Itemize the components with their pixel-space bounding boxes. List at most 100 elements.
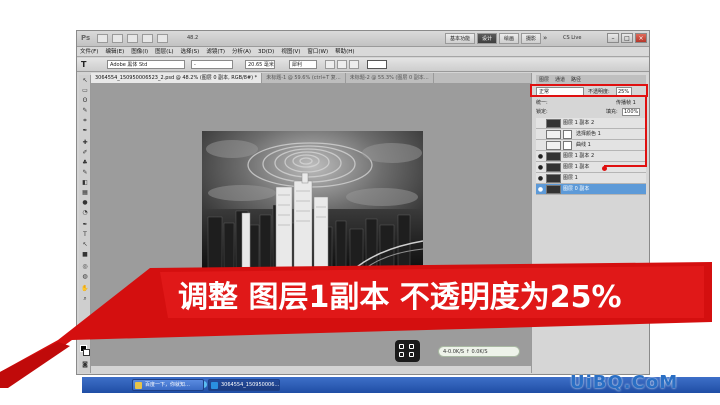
menu-filter[interactable]: 滤镜(T) [206, 47, 225, 56]
close-button[interactable]: × [635, 33, 647, 43]
layer-row-selected[interactable]: ● 图层 0 副本 [536, 184, 646, 195]
eyedropper-tool-icon[interactable]: ✒ [81, 127, 89, 135]
taskbar-item-label: 3064554_150950006… [221, 382, 280, 388]
font-style-select[interactable]: - [191, 60, 233, 69]
shape-tool-icon[interactable]: ■ [81, 251, 89, 259]
align-left-icon[interactable] [325, 60, 335, 69]
layer-row[interactable]: ● 图层 1 副本 [536, 162, 646, 173]
maximize-button[interactable]: □ [621, 33, 633, 43]
document-image[interactable] [202, 131, 423, 271]
type-tool-icon[interactable]: T [81, 231, 89, 239]
status-zoom-field[interactable]: 48.19% [93, 321, 114, 329]
gradient-tool-icon[interactable]: ▦ [81, 189, 89, 197]
eye-icon[interactable]: ● [537, 164, 544, 171]
path-select-tool-icon[interactable]: ↖ [81, 241, 89, 249]
gamepad-icon[interactable] [395, 340, 420, 362]
layer-name: 图层 1 副本 2 [563, 120, 595, 126]
menu-help[interactable]: 帮助(H) [335, 47, 354, 56]
layer-row[interactable]: ● 图层 1 副本 2 [536, 151, 646, 162]
layer-row[interactable]: 曲线 1 [536, 140, 646, 151]
lock-fill-row: 锁定: 填充: 100% [536, 107, 646, 117]
antialias-select[interactable]: 犀利 [289, 60, 317, 69]
tool-options-bar: T Adobe 黑体 Std - 20.65 毫米 犀利 [77, 58, 649, 72]
text-align-buttons [325, 60, 359, 69]
adjustment-layer-icon [546, 141, 561, 150]
hand-tool-icon[interactable]: ✋ [81, 285, 89, 293]
network-speed-indicator: 4-0.0K/S ↑ 0.0K/S [438, 346, 520, 357]
menu-view[interactable]: 视图(V) [281, 47, 300, 56]
clone-stamp-tool-icon[interactable]: ♣ [81, 159, 89, 167]
pen-tool-icon[interactable]: ✒ [81, 221, 89, 229]
minimize-button[interactable]: – [607, 33, 619, 43]
quick-mask-icon[interactable]: ◙ [81, 361, 89, 369]
healing-brush-tool-icon[interactable]: ✚ [81, 139, 89, 147]
city-photo [202, 131, 423, 271]
3d-rotate-tool-icon[interactable]: ◎ [81, 263, 89, 271]
layer-row[interactable]: 选择颜色 1 [536, 129, 646, 140]
menu-file[interactable]: 文件(F) [80, 47, 98, 56]
workspace-photography-button[interactable]: 摄影 [521, 33, 542, 44]
workspace-painting-button[interactable]: 绘画 [499, 33, 520, 44]
menu-3d[interactable]: 3D(D) [258, 47, 274, 56]
visibility-toggle[interactable] [537, 142, 544, 149]
menu-layer[interactable]: 图层(L) [155, 47, 173, 56]
zoom-tool-icon[interactable]: ⌕ [81, 295, 89, 303]
opacity-highlight-box [530, 84, 648, 97]
view-extras-icon[interactable] [127, 34, 138, 43]
layer-row[interactable]: 图层 1 副本 2 [536, 118, 646, 129]
menu-analysis[interactable]: 分析(A) [232, 47, 251, 56]
visibility-toggle[interactable] [537, 131, 544, 138]
layer-thumbnail [546, 163, 561, 172]
layer-list: 图层 1 副本 2 选择颜色 1 曲线 1 ● 图层 1 副本 2 ● 图层 1… [536, 118, 646, 195]
layer-row[interactable]: ● 图层 1 [536, 173, 646, 184]
eye-icon[interactable]: ● [537, 186, 544, 193]
more-workspaces-button[interactable]: » [543, 34, 547, 42]
mini-bridge-icon[interactable] [112, 34, 123, 43]
hand-tool-icon[interactable] [142, 34, 153, 43]
align-right-icon[interactable] [349, 60, 359, 69]
layer-mask-thumbnail [563, 130, 572, 139]
font-family-select[interactable]: Adobe 黑体 Std [107, 60, 185, 69]
blur-tool-icon[interactable]: ● [81, 199, 89, 207]
layer-thumbnail [546, 174, 561, 183]
align-center-icon[interactable] [337, 60, 347, 69]
menu-edit[interactable]: 编辑(E) [105, 47, 124, 56]
zoom-tool-icon[interactable] [157, 34, 168, 43]
workspace-switcher: 基本功能 设计 绘画 摄影 [445, 33, 542, 44]
lasso-tool-icon[interactable]: ʘ [81, 97, 89, 105]
font-size-select[interactable]: 20.65 毫米 [245, 60, 275, 69]
workspace-essentials-button[interactable]: 基本功能 [445, 33, 476, 44]
eye-icon[interactable]: ● [537, 175, 544, 182]
type-tool-preset-icon[interactable]: T [81, 60, 97, 70]
fill-input[interactable]: 100% [622, 108, 640, 116]
workspace-design-button[interactable]: 设计 [477, 33, 498, 44]
marquee-tool-icon[interactable]: ▭ [81, 87, 89, 95]
bridge-icon[interactable] [97, 34, 108, 43]
annotation-connector-horizontal [604, 165, 647, 167]
zoom-level-readout[interactable]: 48.2 [187, 35, 198, 41]
document-tab[interactable]: 未标题-2 @ 55.3% (图层 0 副本… [346, 73, 434, 83]
eye-icon[interactable]: ● [537, 153, 544, 160]
document-tab[interactable]: 未标题-1 @ 59.6% (ctrl+T 复… [262, 73, 346, 83]
background-color-swatch[interactable] [83, 349, 90, 356]
taskbar-item[interactable]: 百度一下，你就知… [132, 379, 204, 391]
history-brush-tool-icon[interactable]: ✎ [81, 169, 89, 177]
move-tool-icon[interactable]: ↖ [81, 77, 89, 85]
brush-tool-icon[interactable]: ✐ [81, 149, 89, 157]
taskbar-item-active[interactable]: 3064554_150950006… [208, 379, 280, 391]
crop-tool-icon[interactable]: ⌗ [81, 117, 89, 125]
3d-camera-tool-icon[interactable]: ◍ [81, 273, 89, 281]
document-tab[interactable]: 3064554_150950006523_2.psd @ 48.2% (图层 0… [91, 73, 263, 83]
text-color-swatch[interactable] [367, 60, 387, 69]
cs-live-button[interactable]: CS Live [563, 35, 581, 41]
menu-image[interactable]: 图像(I) [131, 47, 148, 56]
foreground-background-colors[interactable] [80, 345, 90, 357]
visibility-toggle[interactable] [537, 120, 544, 127]
eraser-tool-icon[interactable]: ◧ [81, 179, 89, 187]
dodge-tool-icon[interactable]: ◔ [81, 209, 89, 217]
document-tabs: 3064554_150950006523_2.psd @ 48.2% (图层 0… [91, 73, 531, 83]
canvas-area[interactable] [91, 83, 531, 366]
menu-select[interactable]: 选择(S) [181, 47, 200, 56]
menu-window[interactable]: 窗口(W) [307, 47, 328, 56]
quick-select-tool-icon[interactable]: ✎ [81, 107, 89, 115]
